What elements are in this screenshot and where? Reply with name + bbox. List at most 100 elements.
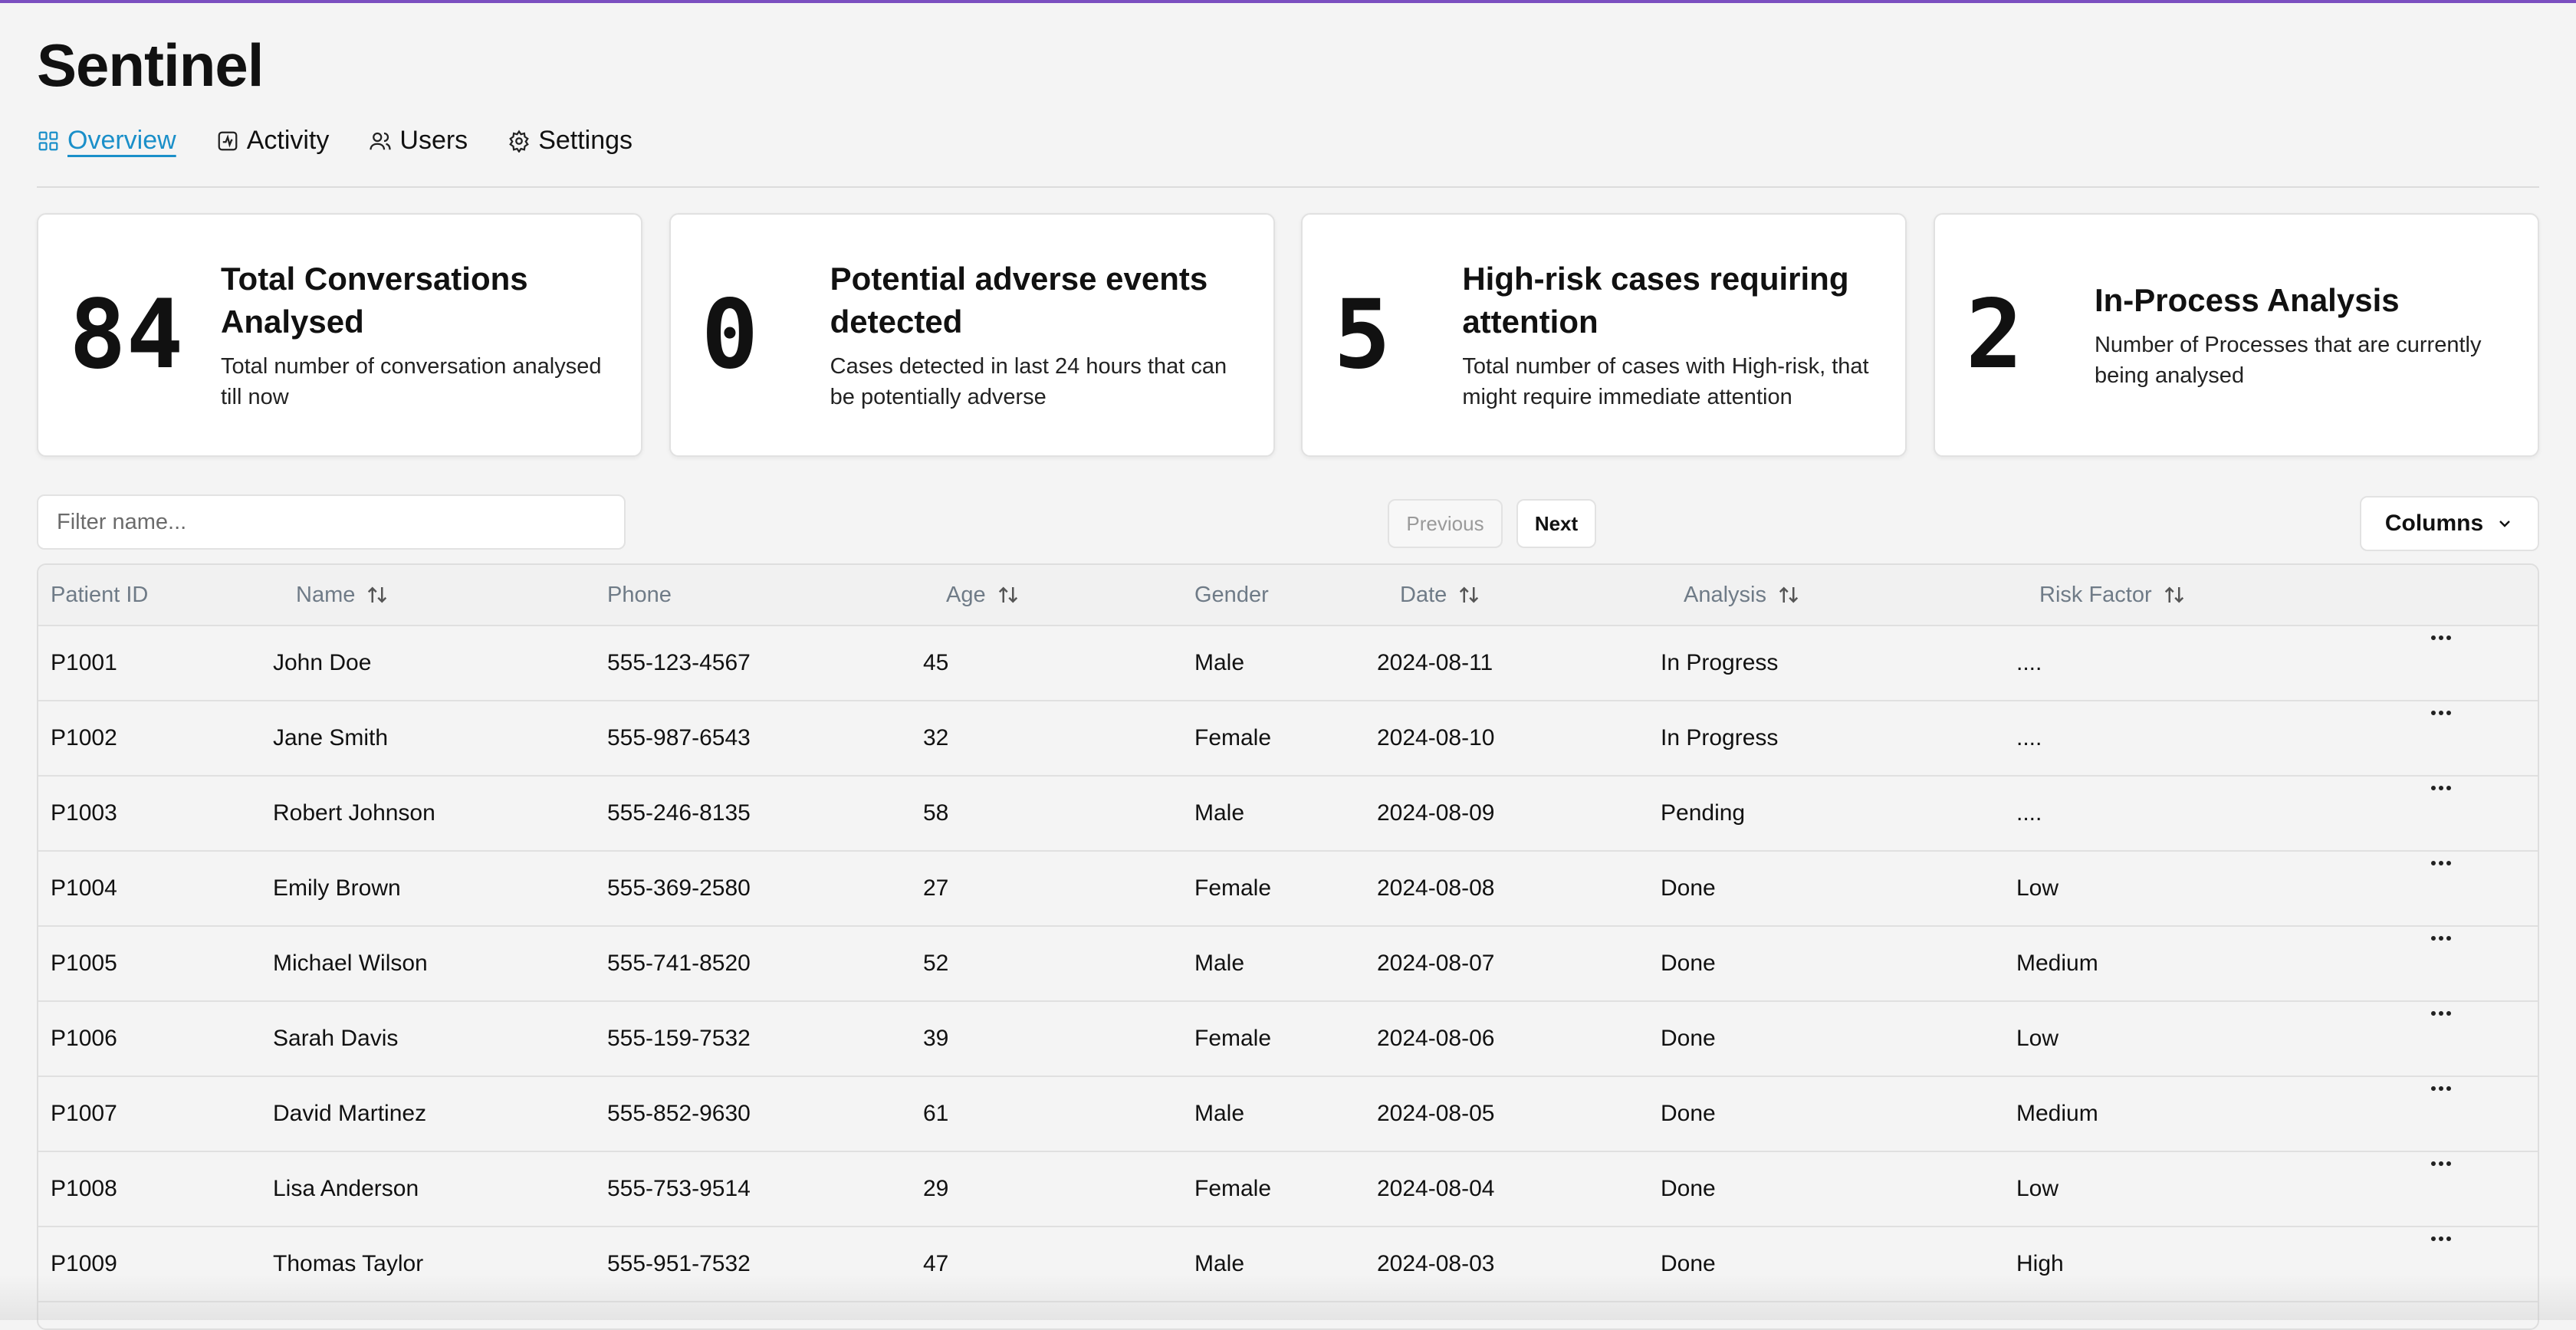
column-header-risk-factor[interactable]: Risk Factor (2039, 565, 2186, 625)
columns-button[interactable]: Columns (2360, 496, 2539, 551)
tab-users[interactable]: Users (369, 126, 468, 156)
cell-age: 61 (923, 1101, 949, 1126)
users-icon (369, 130, 392, 153)
stat-cards: 84 Total Conversations Analysed Total nu… (37, 213, 2539, 457)
column-header-phone: Phone (607, 565, 672, 625)
more-horizontal-icon[interactable] (2424, 1077, 2458, 1100)
stat-card-high-risk: 5 High-risk cases requiring attention To… (1301, 213, 1907, 457)
cell-gender: Female (1194, 1176, 1272, 1201)
cell-phone: 555-159-7532 (607, 1026, 751, 1051)
table-row[interactable]: P1006 Sarah Davis 555-159-7532 39 Female 2024… (38, 1002, 2538, 1077)
more-horizontal-icon[interactable] (2424, 1227, 2458, 1250)
column-header-name[interactable]: Name (296, 565, 389, 625)
cell-name: Sarah Davis (273, 1026, 399, 1051)
stat-card-adverse-events: 0 Potential adverse events detected Case… (669, 213, 1275, 457)
cell-date: 2024-08-10 (1377, 725, 1495, 750)
stat-description: Cases detected in last 24 hours that can… (830, 354, 1227, 409)
table-row[interactable]: P1004 Emily Brown 555-369-2580 27 Female 2024… (38, 852, 2538, 927)
cell-gender: Male (1194, 1101, 1245, 1126)
cell-phone: 555-246-8135 (607, 800, 751, 826)
cell-gender: Male (1194, 650, 1245, 675)
column-header-label: Patient ID (51, 582, 149, 607)
cell-date: 2024-08-05 (1377, 1101, 1495, 1126)
cell-risk-factor: Medium (2016, 1101, 2098, 1126)
column-header-date[interactable]: Date (1400, 565, 1480, 625)
cell-name: David Martinez (273, 1101, 427, 1126)
more-horizontal-icon[interactable] (2424, 777, 2458, 800)
cell-risk-factor: .... (2016, 725, 2042, 750)
column-header-patient-id: Patient ID (51, 565, 148, 625)
column-header-label: Date (1400, 582, 1447, 607)
sort-icon[interactable] (2163, 583, 2186, 606)
cell-patient-id: P1006 (51, 1026, 117, 1051)
sort-icon[interactable] (366, 583, 389, 606)
more-horizontal-icon[interactable] (2424, 927, 2458, 950)
more-horizontal-icon[interactable] (2424, 701, 2458, 724)
next-page-button[interactable]: Next (1516, 499, 1596, 548)
column-header-age[interactable]: Age (946, 565, 1020, 625)
cell-age: 45 (923, 650, 949, 675)
cell-analysis: Done (1661, 1251, 1716, 1276)
stat-value: 2 (1965, 280, 2023, 390)
column-header-label: Analysis (1684, 582, 1766, 607)
column-header-label: Phone (607, 582, 672, 607)
table-row[interactable]: P1001 John Doe 555-123-4567 45 Male 2024-08-1… (38, 626, 2538, 701)
cell-analysis: In Progress (1661, 725, 1779, 750)
column-header-label: Name (296, 582, 356, 607)
cell-analysis: Done (1661, 951, 1716, 976)
table-row[interactable]: P1009 Thomas Taylor 555-951-7532 47 Male 2024… (38, 1227, 2538, 1302)
column-header-label: Risk Factor (2039, 582, 2152, 607)
column-header-label: Gender (1194, 582, 1269, 607)
cell-gender: Male (1194, 800, 1245, 826)
table-row[interactable]: P1002 Jane Smith 555-987-6543 32 Female 2024-… (38, 701, 2538, 777)
cell-date: 2024-08-09 (1377, 800, 1495, 826)
tab-activity[interactable]: Activity (216, 126, 330, 156)
column-header-gender: Gender (1194, 565, 1269, 625)
sort-icon[interactable] (997, 583, 1020, 606)
cell-phone: 555-951-7532 (607, 1251, 751, 1276)
cell-phone: 555-123-4567 (607, 650, 751, 675)
cell-patient-id: P1007 (51, 1101, 117, 1126)
column-header-analysis[interactable]: Analysis (1684, 565, 1800, 625)
cell-analysis: In Progress (1661, 650, 1779, 675)
filter-name-input[interactable] (37, 494, 626, 550)
cell-phone: 555-369-2580 (607, 875, 751, 901)
table-row[interactable]: P1007 David Martinez 555-852-9630 61 Male 202… (38, 1077, 2538, 1152)
table-row[interactable]: P1008 Lisa Anderson 555-753-9514 29 Female 20… (38, 1152, 2538, 1227)
sort-icon[interactable] (1777, 583, 1800, 606)
sort-icon[interactable] (1457, 583, 1480, 606)
cell-date: 2024-08-03 (1377, 1251, 1495, 1276)
table-row[interactable]: P1005 Michael Wilson 555-741-8520 52 Male 202… (38, 927, 2538, 1002)
cell-name: Emily Brown (273, 875, 401, 901)
cell-patient-id: P1001 (51, 650, 117, 675)
more-horizontal-icon[interactable] (2424, 1152, 2458, 1175)
cell-analysis: Done (1661, 875, 1716, 901)
page-title: Sentinel (37, 31, 264, 99)
cell-risk-factor: Low (2016, 875, 2059, 901)
cell-analysis: Done (1661, 1026, 1716, 1051)
cell-analysis: Pending (1661, 800, 1746, 826)
tab-overview[interactable]: Overview (37, 126, 176, 156)
tab-users-label: Users (399, 126, 468, 155)
cell-gender: Male (1194, 951, 1245, 976)
cell-patient-id: P1008 (51, 1176, 117, 1201)
cell-phone: 555-753-9514 (607, 1176, 751, 1201)
cell-phone: 555-987-6543 (607, 725, 751, 750)
cell-patient-id: P1005 (51, 951, 117, 976)
stat-description: Total number of cases with High-risk, th… (1462, 354, 1869, 409)
gear-icon (508, 129, 531, 153)
more-horizontal-icon[interactable] (2424, 626, 2458, 649)
more-horizontal-icon[interactable] (2424, 1002, 2458, 1025)
cell-age: 27 (923, 875, 949, 901)
cell-risk-factor: Medium (2016, 951, 2098, 976)
table-body: P1001 John Doe 555-123-4567 45 Male 2024-08-1… (38, 626, 2538, 1302)
more-horizontal-icon[interactable] (2424, 852, 2458, 875)
stat-value: 84 (69, 280, 184, 390)
cell-patient-id: P1004 (51, 875, 117, 901)
table-row[interactable]: P1003 Robert Johnson 555-246-8135 58 Male 202… (38, 777, 2538, 852)
previous-page-button[interactable]: Previous (1388, 499, 1503, 548)
tab-settings[interactable]: Settings (508, 126, 632, 156)
tab-activity-label: Activity (246, 126, 330, 155)
cell-gender: Female (1194, 1026, 1272, 1051)
stat-description: Total number of conversation analysed ti… (221, 354, 602, 409)
